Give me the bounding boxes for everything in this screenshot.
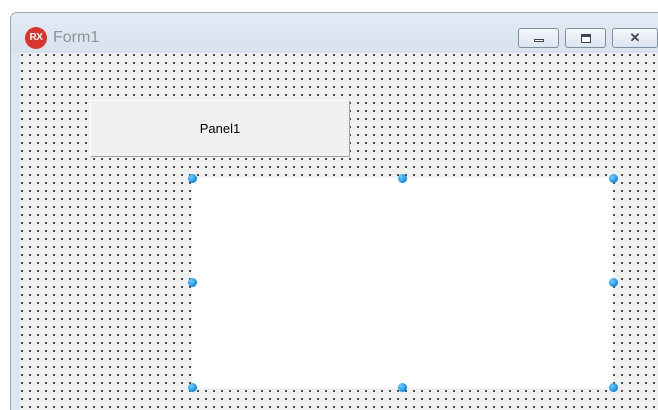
close-button[interactable]: ✕ — [612, 28, 658, 48]
window-title: Form1 — [53, 29, 100, 46]
app-logo-icon[interactable]: RX — [25, 27, 47, 49]
resize-handle-top-left[interactable] — [187, 173, 197, 183]
form-design-surface[interactable]: Panel1 — [20, 53, 658, 410]
panel2-control-selected[interactable] — [192, 178, 613, 388]
close-icon: ✕ — [629, 30, 641, 45]
maximize-icon — [581, 34, 591, 43]
resize-handle-top-right[interactable] — [608, 173, 618, 183]
panel1-control[interactable]: Panel1 — [90, 100, 350, 157]
title-bar[interactable]: RX Form1 ✕ — [11, 13, 658, 53]
resize-handle-right[interactable] — [608, 277, 618, 287]
minimize-button[interactable] — [518, 28, 559, 48]
form-designer-window: RX Form1 ✕ Panel1 — [10, 12, 658, 410]
resize-handle-bottom-right[interactable] — [608, 382, 618, 392]
maximize-button[interactable] — [565, 28, 606, 48]
resize-handle-bottom-left[interactable] — [187, 382, 197, 392]
resize-handle-left[interactable] — [187, 277, 197, 287]
resize-handle-top[interactable] — [397, 173, 407, 183]
minimize-icon — [534, 39, 544, 42]
resize-handle-bottom[interactable] — [397, 382, 407, 392]
